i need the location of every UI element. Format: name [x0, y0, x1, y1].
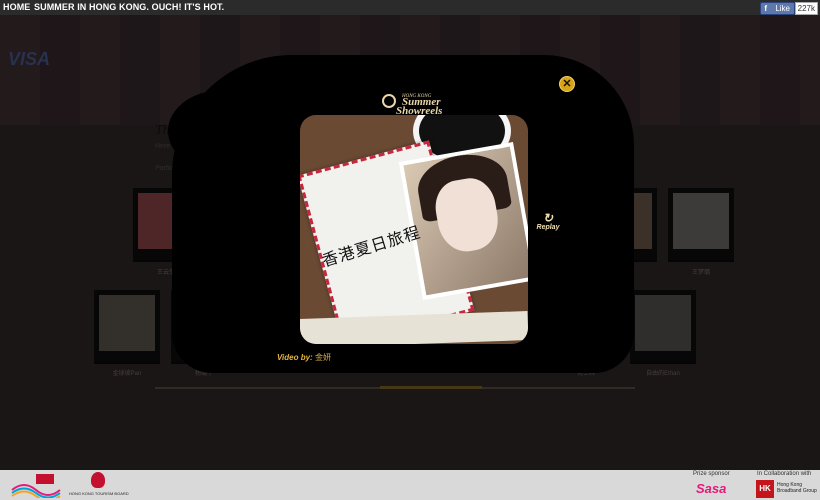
video-by-label: Video by:: [277, 353, 313, 362]
facebook-like-count: 227k: [794, 2, 818, 15]
hk-broadband-logo[interactable]: HK: [756, 480, 774, 498]
nav-home[interactable]: HOME: [3, 2, 30, 12]
sun-icon: [382, 94, 396, 108]
collaboration-label: In Collaboration with: [757, 471, 812, 477]
nav-summer-hk[interactable]: SUMMER IN HONG KONG. OUCH! IT'S HOT.: [34, 2, 224, 12]
facebook-like-button[interactable]: f Like: [760, 2, 795, 15]
replay-label: Replay: [536, 224, 560, 231]
hong-kong-logo[interactable]: [8, 472, 62, 498]
video-player[interactable]: 香港夏日旅程: [300, 115, 528, 344]
sasa-logo[interactable]: Sasa: [696, 481, 726, 496]
hktb-mark-icon: [91, 472, 105, 488]
video-credit: Video by: 金妍: [277, 352, 331, 363]
top-nav-bar: HOME SUMMER IN HONG KONG. OUCH! IT'S HOT…: [0, 0, 820, 15]
modal-shape-shadow: [168, 90, 278, 172]
replay-button[interactable]: ↻ Replay: [536, 212, 560, 231]
prize-sponsor-label: Prize sponsor: [693, 471, 730, 477]
facebook-icon: f: [764, 4, 767, 13]
hk-broadband-text: Hong Kong Broadband Group: [777, 482, 817, 494]
footer: HONG KONG TOURISM BOARD Prize sponsor Sa…: [0, 470, 820, 500]
hktb-text: HONG KONG TOURISM BOARD: [69, 491, 129, 496]
facebook-like-label: Like: [775, 4, 790, 13]
portrait-photo: [398, 141, 528, 301]
replay-icon: ↻: [542, 211, 554, 225]
video-by-author[interactable]: 金妍: [315, 353, 331, 362]
close-icon[interactable]: ✕: [559, 76, 575, 92]
hktb-logo[interactable]: HONG KONG TOURISM BOARD: [69, 472, 133, 498]
